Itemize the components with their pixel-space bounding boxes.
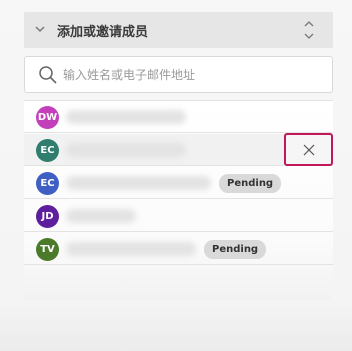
member-row[interactable]: EC Pending — [24, 167, 333, 199]
chevron-down-icon[interactable] — [35, 25, 45, 33]
members-panel: 添加或邀请成员 DW EC EC Pending JD — [0, 0, 352, 351]
search-box[interactable] — [24, 56, 333, 93]
section-title: 添加或邀请成员 — [57, 25, 149, 40]
pending-badge: Pending — [204, 240, 267, 259]
member-row[interactable]: TV Pending — [24, 233, 333, 265]
member-name — [66, 242, 196, 256]
search-icon — [39, 66, 57, 84]
member-name — [66, 143, 186, 157]
avatar: EC — [36, 172, 59, 195]
member-name — [66, 110, 186, 124]
avatar: JD — [36, 205, 59, 228]
member-name — [66, 176, 211, 190]
remove-member-button[interactable] — [284, 133, 333, 166]
sort-icon[interactable] — [303, 18, 315, 42]
close-icon — [303, 144, 314, 155]
member-search-input[interactable] — [63, 61, 323, 88]
member-list: DW EC EC Pending JD TV Pending — [24, 100, 333, 300]
member-name — [66, 209, 136, 223]
avatar: DW — [36, 106, 59, 129]
members-section-header[interactable]: 添加或邀请成员 — [24, 12, 333, 48]
avatar: EC — [36, 139, 59, 162]
member-row[interactable]: DW — [24, 101, 333, 133]
member-row[interactable]: JD — [24, 200, 333, 232]
avatar: TV — [36, 238, 59, 261]
pending-badge: Pending — [219, 174, 282, 193]
